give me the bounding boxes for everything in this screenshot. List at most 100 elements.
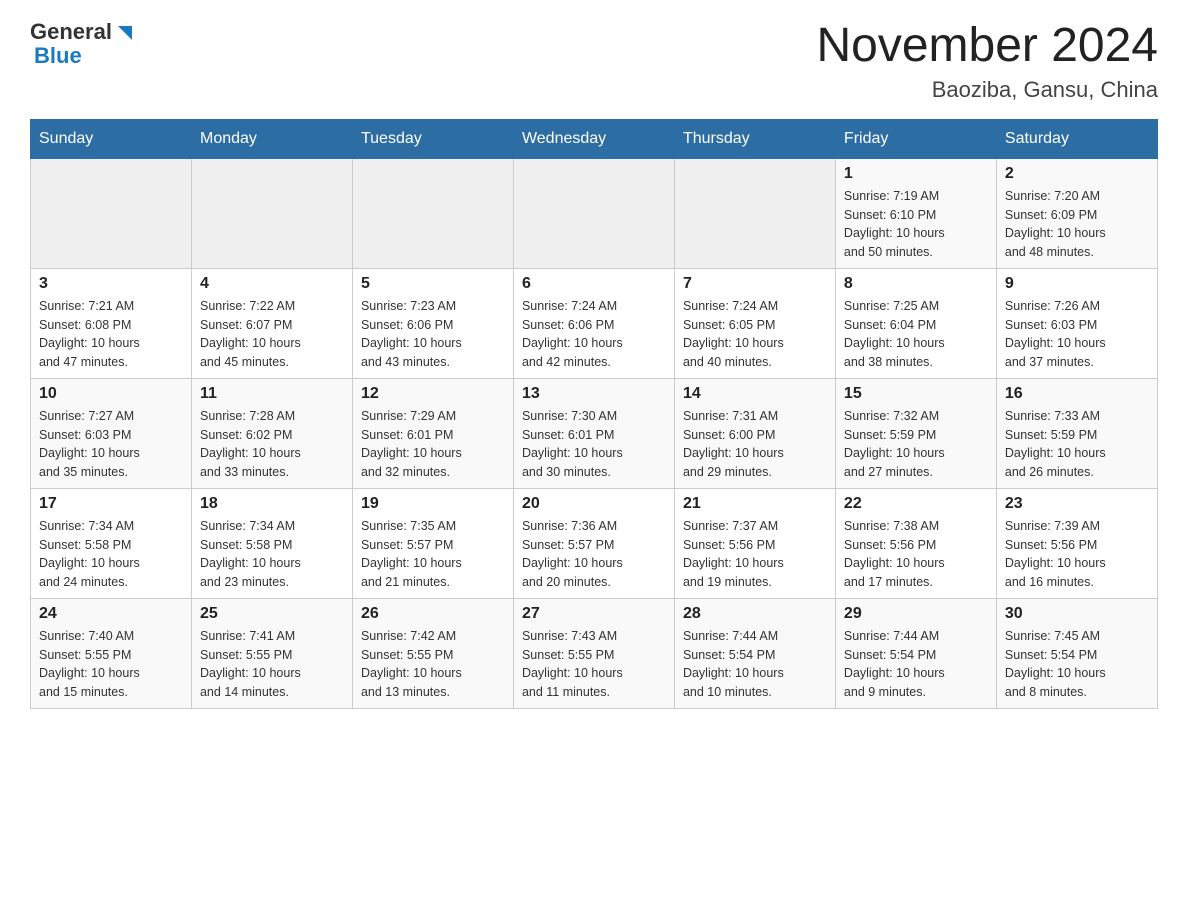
- day-info: Sunrise: 7:26 AM Sunset: 6:03 PM Dayligh…: [1005, 297, 1149, 372]
- day-info: Sunrise: 7:37 AM Sunset: 5:56 PM Dayligh…: [683, 517, 827, 592]
- day-info: Sunrise: 7:27 AM Sunset: 6:03 PM Dayligh…: [39, 407, 183, 482]
- calendar-cell: 10Sunrise: 7:27 AM Sunset: 6:03 PM Dayli…: [31, 378, 192, 488]
- day-info: Sunrise: 7:45 AM Sunset: 5:54 PM Dayligh…: [1005, 627, 1149, 702]
- calendar-cell: 7Sunrise: 7:24 AM Sunset: 6:05 PM Daylig…: [674, 268, 835, 378]
- calendar-cell: 21 Sunrise: 7:37 AM Sunset: 5:56 PM Dayli…: [674, 488, 835, 598]
- day-info: Sunrise: 7:44 AM Sunset: 5:54 PM Dayligh…: [683, 627, 827, 702]
- day-info: Sunrise: 7:24 AM Sunset: 6:06 PM Dayligh…: [522, 297, 666, 372]
- logo-blue-text: Blue: [34, 44, 136, 68]
- day-number: 8: [844, 275, 988, 293]
- calendar-cell: 17 Sunrise: 7:34 AM Sunset: 5:58 PM Dayli…: [31, 488, 192, 598]
- day-info: Sunrise: 7:42 AM Sunset: 5:55 PM Dayligh…: [361, 627, 505, 702]
- day-info: Sunrise: 7:43 AM Sunset: 5:55 PM Dayligh…: [522, 627, 666, 702]
- logo-triangle-icon: [114, 22, 136, 44]
- calendar-cell: 15 Sunrise: 7:32 AM Sunset: 5:59 PM Dayli…: [835, 378, 996, 488]
- calendar-cell: 29Sunrise: 7:44 AM Sunset: 5:54 PM Dayli…: [835, 598, 996, 708]
- calendar-cell: 4 Sunrise: 7:22 AM Sunset: 6:07 PM Daylig…: [191, 268, 352, 378]
- calendar-table: SundayMondayTuesdayWednesdayThursdayFrid…: [30, 119, 1158, 709]
- day-info: Sunrise: 7:35 AM Sunset: 5:57 PM Dayligh…: [361, 517, 505, 592]
- calendar-cell: 8 Sunrise: 7:25 AM Sunset: 6:04 PM Daylig…: [835, 268, 996, 378]
- weekday-header-sunday: Sunday: [31, 119, 192, 158]
- day-info: Sunrise: 7:36 AM Sunset: 5:57 PM Dayligh…: [522, 517, 666, 592]
- calendar-cell: 28 Sunrise: 7:44 AM Sunset: 5:54 PM Dayli…: [674, 598, 835, 708]
- calendar-cell: [674, 158, 835, 268]
- day-number: 11: [200, 385, 344, 403]
- calendar-cell: [513, 158, 674, 268]
- day-info: Sunrise: 7:34 AM Sunset: 5:58 PM Dayligh…: [200, 517, 344, 592]
- day-info: Sunrise: 7:28 AM Sunset: 6:02 PM Dayligh…: [200, 407, 344, 482]
- day-number: 17: [39, 495, 183, 513]
- calendar-cell: 24 Sunrise: 7:40 AM Sunset: 5:55 PM Dayli…: [31, 598, 192, 708]
- day-info: Sunrise: 7:20 AM Sunset: 6:09 PM Dayligh…: [1005, 187, 1149, 262]
- calendar-cell: 12Sunrise: 7:29 AM Sunset: 6:01 PM Dayli…: [352, 378, 513, 488]
- day-number: 25: [200, 605, 344, 623]
- day-info: Sunrise: 7:39 AM Sunset: 5:56 PM Dayligh…: [1005, 517, 1149, 592]
- day-number: 14: [683, 385, 827, 403]
- day-info: Sunrise: 7:31 AM Sunset: 6:00 PM Dayligh…: [683, 407, 827, 482]
- day-number: 13: [522, 385, 666, 403]
- day-info: Sunrise: 7:33 AM Sunset: 5:59 PM Dayligh…: [1005, 407, 1149, 482]
- day-number: 4: [200, 275, 344, 293]
- day-info: Sunrise: 7:32 AM Sunset: 5:59 PM Dayligh…: [844, 407, 988, 482]
- day-info: Sunrise: 7:25 AM Sunset: 6:04 PM Dayligh…: [844, 297, 988, 372]
- logo-general-text: General: [30, 20, 112, 44]
- day-number: 5: [361, 275, 505, 293]
- day-number: 23: [1005, 495, 1149, 513]
- day-info: Sunrise: 7:23 AM Sunset: 6:06 PM Dayligh…: [361, 297, 505, 372]
- weekday-header-monday: Monday: [191, 119, 352, 158]
- calendar-cell: 1Sunrise: 7:19 AM Sunset: 6:10 PM Daylig…: [835, 158, 996, 268]
- calendar-cell: [352, 158, 513, 268]
- calendar-cell: [191, 158, 352, 268]
- day-number: 22: [844, 495, 988, 513]
- day-number: 19: [361, 495, 505, 513]
- calendar-cell: 14 Sunrise: 7:31 AM Sunset: 6:00 PM Dayli…: [674, 378, 835, 488]
- calendar-cell: 9Sunrise: 7:26 AM Sunset: 6:03 PM Daylig…: [996, 268, 1157, 378]
- day-number: 24: [39, 605, 183, 623]
- day-number: 28: [683, 605, 827, 623]
- calendar-cell: 25 Sunrise: 7:41 AM Sunset: 5:55 PM Dayli…: [191, 598, 352, 708]
- logo: General Blue: [30, 20, 136, 68]
- day-number: 3: [39, 275, 183, 293]
- calendar-week-row: 1Sunrise: 7:19 AM Sunset: 6:10 PM Daylig…: [31, 158, 1158, 268]
- day-info: Sunrise: 7:30 AM Sunset: 6:01 PM Dayligh…: [522, 407, 666, 482]
- calendar-week-row: 17 Sunrise: 7:34 AM Sunset: 5:58 PM Dayli…: [31, 488, 1158, 598]
- day-info: Sunrise: 7:34 AM Sunset: 5:58 PM Dayligh…: [39, 517, 183, 592]
- calendar-cell: 26 Sunrise: 7:42 AM Sunset: 5:55 PM Dayli…: [352, 598, 513, 708]
- day-info: Sunrise: 7:29 AM Sunset: 6:01 PM Dayligh…: [361, 407, 505, 482]
- day-info: Sunrise: 7:40 AM Sunset: 5:55 PM Dayligh…: [39, 627, 183, 702]
- calendar-cell: 5 Sunrise: 7:23 AM Sunset: 6:06 PM Daylig…: [352, 268, 513, 378]
- page-header: General Blue November 2024 Baoziba, Gans…: [30, 20, 1158, 103]
- calendar-week-row: 3Sunrise: 7:21 AM Sunset: 6:08 PM Daylig…: [31, 268, 1158, 378]
- day-number: 6: [522, 275, 666, 293]
- calendar-week-row: 24 Sunrise: 7:40 AM Sunset: 5:55 PM Dayli…: [31, 598, 1158, 708]
- calendar-body: 1Sunrise: 7:19 AM Sunset: 6:10 PM Daylig…: [31, 158, 1158, 708]
- calendar-cell: [31, 158, 192, 268]
- weekday-header-friday: Friday: [835, 119, 996, 158]
- day-number: 27: [522, 605, 666, 623]
- weekday-header-wednesday: Wednesday: [513, 119, 674, 158]
- calendar-cell: 6 Sunrise: 7:24 AM Sunset: 6:06 PM Daylig…: [513, 268, 674, 378]
- day-number: 21: [683, 495, 827, 513]
- day-number: 20: [522, 495, 666, 513]
- day-number: 15: [844, 385, 988, 403]
- calendar-cell: 11 Sunrise: 7:28 AM Sunset: 6:02 PM Dayli…: [191, 378, 352, 488]
- calendar-cell: 27 Sunrise: 7:43 AM Sunset: 5:55 PM Dayli…: [513, 598, 674, 708]
- calendar-cell: 18 Sunrise: 7:34 AM Sunset: 5:58 PM Dayli…: [191, 488, 352, 598]
- calendar-week-row: 10Sunrise: 7:27 AM Sunset: 6:03 PM Dayli…: [31, 378, 1158, 488]
- day-number: 30: [1005, 605, 1149, 623]
- weekday-header-row: SundayMondayTuesdayWednesdayThursdayFrid…: [31, 119, 1158, 158]
- calendar-cell: 13 Sunrise: 7:30 AM Sunset: 6:01 PM Dayli…: [513, 378, 674, 488]
- day-info: Sunrise: 7:41 AM Sunset: 5:55 PM Dayligh…: [200, 627, 344, 702]
- day-info: Sunrise: 7:44 AM Sunset: 5:54 PM Dayligh…: [844, 627, 988, 702]
- day-number: 26: [361, 605, 505, 623]
- day-info: Sunrise: 7:38 AM Sunset: 5:56 PM Dayligh…: [844, 517, 988, 592]
- day-number: 18: [200, 495, 344, 513]
- calendar-title: November 2024: [816, 20, 1158, 73]
- weekday-header-saturday: Saturday: [996, 119, 1157, 158]
- weekday-header-tuesday: Tuesday: [352, 119, 513, 158]
- day-number: 16: [1005, 385, 1149, 403]
- day-info: Sunrise: 7:22 AM Sunset: 6:07 PM Dayligh…: [200, 297, 344, 372]
- calendar-cell: 30 Sunrise: 7:45 AM Sunset: 5:54 PM Dayli…: [996, 598, 1157, 708]
- calendar-cell: 22 Sunrise: 7:38 AM Sunset: 5:56 PM Dayli…: [835, 488, 996, 598]
- calendar-cell: 2Sunrise: 7:20 AM Sunset: 6:09 PM Daylig…: [996, 158, 1157, 268]
